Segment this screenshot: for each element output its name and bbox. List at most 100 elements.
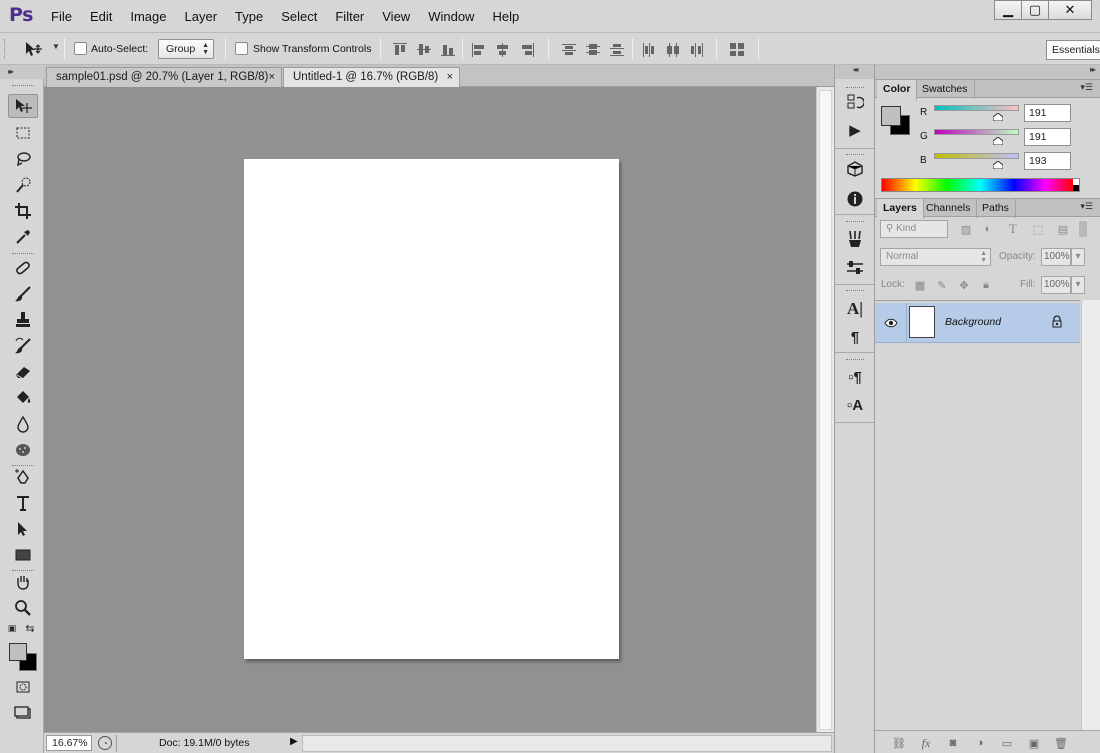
align-bottom-edges-icon[interactable] bbox=[441, 43, 455, 56]
lock-transparent-pixels-icon[interactable]: ▩ bbox=[913, 278, 927, 292]
auto-select-checkbox[interactable] bbox=[74, 42, 87, 55]
filter-pixel-icon[interactable]: ▨ bbox=[959, 222, 973, 236]
green-slider-thumb-icon[interactable] bbox=[992, 136, 1004, 146]
green-value-input[interactable]: 191 bbox=[1024, 128, 1071, 146]
panel-menu-icon[interactable]: ▾☰ bbox=[1080, 201, 1093, 212]
black-white-swatch[interactable] bbox=[1073, 179, 1079, 191]
zoom-tool-icon[interactable] bbox=[8, 596, 38, 620]
clone-stamp-tool-icon[interactable] bbox=[8, 308, 38, 332]
paragraph-panel-icon[interactable]: ¶ bbox=[845, 327, 865, 347]
document-canvas[interactable] bbox=[244, 159, 619, 659]
blue-slider[interactable] bbox=[934, 153, 1019, 159]
swap-colors-icon[interactable]: ⇆ bbox=[22, 621, 38, 635]
dock-grip[interactable] bbox=[846, 290, 864, 291]
new-adjustment-layer-icon[interactable]: ◑ bbox=[972, 735, 988, 751]
tab-paths[interactable]: Paths bbox=[976, 199, 1016, 218]
minimize-button[interactable]: ▁ bbox=[994, 0, 1022, 20]
layer-row-background[interactable]: Background bbox=[875, 303, 1080, 343]
color-panel-foreground-swatch[interactable] bbox=[881, 106, 901, 126]
align-right-edges-icon[interactable] bbox=[520, 43, 534, 57]
add-mask-icon[interactable]: ◙ bbox=[945, 735, 961, 751]
actions-panel-icon[interactable]: ▶ bbox=[845, 120, 865, 140]
menu-window[interactable]: Window bbox=[419, 9, 483, 24]
rectangular-marquee-tool-icon[interactable] bbox=[8, 121, 38, 145]
menu-help[interactable]: Help bbox=[483, 9, 528, 24]
distribute-horizontal-centers-icon[interactable] bbox=[666, 43, 680, 57]
auto-align-layers-icon[interactable] bbox=[730, 43, 744, 56]
layers-scrollbar[interactable] bbox=[1081, 300, 1100, 730]
distribute-left-edges-icon[interactable] bbox=[642, 43, 656, 57]
filter-smart-object-icon[interactable]: ▤ bbox=[1056, 222, 1070, 236]
link-layers-icon[interactable]: ⛓ bbox=[891, 735, 907, 751]
distribute-right-edges-icon[interactable] bbox=[690, 43, 704, 57]
layer-lock-icon[interactable] bbox=[1051, 315, 1065, 329]
horizontal-scrollbar[interactable] bbox=[302, 735, 832, 752]
close-button[interactable]: ✕ bbox=[1048, 0, 1092, 20]
lock-image-pixels-icon[interactable]: ✎ bbox=[935, 278, 949, 292]
workspace-switcher[interactable]: Essentials bbox=[1046, 40, 1100, 60]
menu-type[interactable]: Type bbox=[226, 9, 272, 24]
panels-collapse-icon[interactable]: ▸▸ bbox=[875, 65, 1100, 79]
distribute-vertical-centers-icon[interactable] bbox=[586, 43, 600, 56]
align-top-edges-icon[interactable] bbox=[393, 43, 407, 56]
close-tab-icon[interactable]: × bbox=[447, 71, 453, 83]
healing-brush-tool-icon[interactable] bbox=[8, 256, 38, 280]
eraser-tool-icon[interactable] bbox=[8, 360, 38, 384]
filter-adjustment-icon[interactable]: ◐ bbox=[981, 222, 995, 236]
dock-expand-icon[interactable]: ◂◂ bbox=[835, 65, 874, 79]
move-tool-icon[interactable] bbox=[8, 94, 38, 118]
path-selection-tool-icon[interactable] bbox=[8, 517, 38, 541]
sponge-tool-icon[interactable] bbox=[8, 438, 38, 462]
tab-sample01[interactable]: sample01.psd @ 20.7% (Layer 1, RGB/8) × bbox=[46, 67, 282, 87]
lasso-tool-icon[interactable] bbox=[8, 147, 38, 171]
rectangle-tool-icon[interactable] bbox=[8, 543, 38, 567]
align-vertical-centers-icon[interactable] bbox=[417, 43, 431, 56]
distribute-bottom-edges-icon[interactable] bbox=[610, 43, 624, 56]
menu-view[interactable]: View bbox=[373, 9, 419, 24]
blue-slider-thumb-icon[interactable] bbox=[992, 160, 1004, 170]
delete-layer-icon[interactable]: 🗑︎ bbox=[1053, 735, 1069, 751]
character-styles-panel-icon[interactable]: ▫A bbox=[845, 395, 865, 415]
pen-tool-icon[interactable] bbox=[8, 465, 38, 489]
quick-mask-icon[interactable] bbox=[8, 675, 38, 699]
tool-preset-caret-icon[interactable]: ▼ bbox=[52, 42, 60, 51]
paragraph-styles-panel-icon[interactable]: ▫¶ bbox=[845, 367, 865, 387]
blue-value-input[interactable]: 193 bbox=[1024, 152, 1071, 170]
red-slider-thumb-icon[interactable] bbox=[992, 112, 1004, 122]
status-menu-arrow-icon[interactable]: ▶ bbox=[290, 736, 298, 747]
brush-tool-icon[interactable] bbox=[8, 282, 38, 306]
tab-layers[interactable]: Layers bbox=[877, 199, 924, 219]
dock-grip[interactable] bbox=[846, 359, 864, 360]
tab-untitled-1[interactable]: Untitled-1 @ 16.7% (RGB/8) × bbox=[283, 67, 460, 88]
vertical-scrollbar[interactable] bbox=[816, 87, 834, 732]
blend-mode-dropdown[interactable]: Normal ▲ ▼ bbox=[880, 248, 991, 266]
red-slider[interactable] bbox=[934, 105, 1019, 111]
menu-file[interactable]: File bbox=[42, 9, 81, 24]
lock-position-icon[interactable]: ✥ bbox=[957, 278, 971, 292]
options-bar-grip[interactable] bbox=[4, 39, 7, 59]
quick-selection-tool-icon[interactable] bbox=[8, 173, 38, 197]
menu-edit[interactable]: Edit bbox=[81, 9, 121, 24]
blur-tool-icon[interactable] bbox=[8, 412, 38, 436]
info-panel-icon[interactable] bbox=[845, 189, 865, 209]
brush-presets-panel-icon[interactable] bbox=[845, 229, 865, 249]
auto-select-target-dropdown[interactable]: Group ▲ ▼ bbox=[158, 39, 214, 59]
opacity-input[interactable]: 100% bbox=[1041, 248, 1071, 266]
menu-filter[interactable]: Filter bbox=[326, 9, 373, 24]
tab-color[interactable]: Color bbox=[877, 80, 918, 100]
history-panel-icon[interactable] bbox=[845, 92, 865, 112]
zoom-level-input[interactable]: 16.67% bbox=[46, 735, 92, 751]
character-panel-icon[interactable]: A| bbox=[845, 299, 865, 319]
show-transform-checkbox[interactable] bbox=[235, 42, 248, 55]
tab-channels[interactable]: Channels bbox=[920, 199, 978, 218]
layer-visibility-eye-icon[interactable] bbox=[875, 303, 907, 342]
layer-style-icon[interactable]: fx bbox=[918, 735, 934, 751]
align-left-edges-icon[interactable] bbox=[472, 43, 486, 57]
screen-mode-icon[interactable] bbox=[8, 701, 38, 725]
panel-menu-icon[interactable]: ▾☰ bbox=[1080, 82, 1093, 93]
new-group-icon[interactable]: ▭ bbox=[999, 735, 1015, 751]
timeline-icon[interactable]: ◔ bbox=[98, 736, 112, 750]
default-colors-icon[interactable]: ▣ bbox=[4, 621, 20, 635]
paint-bucket-tool-icon[interactable] bbox=[8, 386, 38, 410]
align-horizontal-centers-icon[interactable] bbox=[496, 43, 510, 57]
